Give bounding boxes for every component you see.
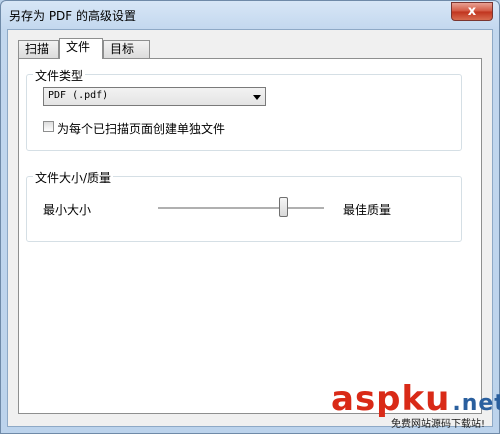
quality-slider-thumb[interactable] [278, 197, 288, 217]
file-type-select[interactable]: PDF (.pdf) [43, 87, 266, 106]
separate-files-checkbox[interactable] [43, 121, 54, 132]
close-button[interactable]: x [451, 2, 493, 21]
title-bar[interactable]: 另存为 PDF 的高级设置 x [1, 1, 499, 28]
tab-file[interactable]: 文件 [59, 38, 103, 59]
file-type-group: 文件类型 PDF (.pdf) 为每个已扫描页面创建单独文件 [26, 67, 462, 151]
slider-min-label: 最小大小 [43, 203, 92, 217]
file-type-legend: 文件类型 [33, 67, 86, 84]
watermark-subtitle: 免费网站源码下载站! [391, 419, 486, 430]
slider-max-label: 最佳质量 [343, 203, 392, 217]
tab-destination[interactable]: 目标 [103, 40, 150, 58]
dialog-client-area: 扫描 文件 目标 文件类型 PDF (.pdf) 为每个已扫描页面创建单独文件 … [7, 29, 493, 427]
watermark-tld: .net [452, 391, 500, 416]
file-tab-panel: 文件类型 PDF (.pdf) 为每个已扫描页面创建单独文件 文件大小/质量 最… [18, 58, 482, 414]
size-quality-group: 文件大小/质量 最小大小 最佳质量 [26, 169, 462, 242]
chevron-down-icon[interactable] [253, 95, 261, 100]
tab-scan[interactable]: 扫描 [18, 40, 59, 58]
window-title: 另存为 PDF 的高级设置 [9, 9, 137, 23]
quality-slider-track[interactable] [158, 207, 324, 210]
watermark-logo: aspku.net [331, 379, 500, 419]
dialog-window: 另存为 PDF 的高级设置 x 扫描 文件 目标 文件类型 PDF (.pdf)… [0, 0, 500, 434]
watermark-text: aspku [331, 379, 451, 419]
separate-files-label[interactable]: 为每个已扫描页面创建单独文件 [57, 120, 225, 137]
size-quality-legend: 文件大小/质量 [33, 169, 114, 186]
file-type-selected-value: PDF (.pdf) [48, 90, 109, 101]
